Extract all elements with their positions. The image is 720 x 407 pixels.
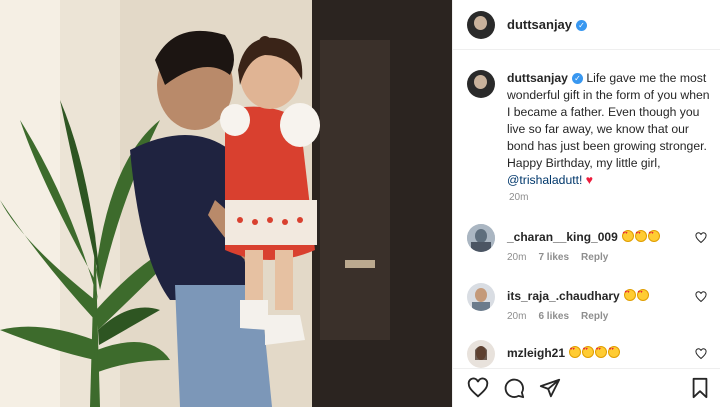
commenter-avatar-image	[467, 224, 495, 252]
caption-username[interactable]: duttsanjay ✓	[507, 71, 583, 85]
heart-icon[interactable]	[467, 377, 489, 399]
commenter-avatar-image	[467, 340, 495, 368]
comment-like-heart-icon[interactable]	[695, 348, 707, 360]
commenter-avatar[interactable]	[467, 283, 495, 311]
red-heart-emoji: ♥	[585, 173, 594, 187]
commenter-username[interactable]: its_raja_.chaudhary	[507, 289, 620, 303]
comment-emojis	[569, 346, 621, 360]
post-caption: duttsanjay ✓ Life gave me the most wonder…	[467, 70, 715, 189]
send-icon[interactable]	[539, 377, 561, 399]
comment-like-heart-icon[interactable]	[695, 232, 707, 244]
heart-eyes-emoji	[582, 346, 595, 358]
comment-meta: 20m 6 likes Reply	[507, 311, 697, 322]
post-sidebar: duttsanjay ✓ duttsanjay ✓ Life gave me the…	[452, 0, 720, 407]
comment-item: mzleigh21	[467, 340, 717, 368]
comment-emojis	[623, 289, 650, 303]
heart-eyes-emoji	[634, 230, 647, 242]
heart-eyes-emoji	[636, 289, 649, 301]
comment-likes[interactable]: 6 likes	[538, 311, 569, 322]
bookmark-icon[interactable]	[689, 377, 711, 399]
heart-eyes-emoji	[647, 230, 660, 242]
author-username[interactable]: duttsanjay ✓	[507, 17, 588, 32]
heart-eyes-emoji	[621, 230, 634, 242]
post-header: duttsanjay ✓	[453, 0, 720, 50]
commenter-avatar[interactable]	[467, 224, 495, 252]
comment-icon[interactable]	[503, 377, 525, 399]
heart-eyes-emoji	[608, 346, 621, 358]
comment-item: _charan__king_009 20m 7 likes Reply	[467, 224, 717, 263]
comment-time: 20m	[507, 311, 527, 322]
commenter-username[interactable]: mzleigh21	[507, 346, 565, 360]
comment-emojis	[621, 230, 661, 244]
caption-author-avatar[interactable]	[467, 70, 495, 98]
comment-time: 20m	[507, 252, 527, 263]
post-action-bar	[453, 368, 720, 407]
reply-button[interactable]: Reply	[581, 311, 608, 322]
heart-eyes-emoji	[569, 346, 582, 358]
verified-badge-icon: ✓	[571, 73, 583, 84]
caption-time: 20m	[509, 192, 529, 203]
comment-like-heart-icon[interactable]	[695, 291, 707, 303]
heart-eyes-emoji	[595, 346, 608, 358]
caption-mention-link[interactable]: @trishaladutt!	[507, 173, 582, 187]
heart-eyes-emoji	[623, 289, 636, 301]
author-avatar[interactable]	[467, 10, 495, 39]
post-photo[interactable]	[0, 0, 452, 407]
commenter-avatar-image	[467, 283, 495, 311]
verified-badge-icon: ✓	[576, 20, 588, 31]
comment-meta: 20m 7 likes Reply	[507, 252, 697, 263]
caption-text: Life gave me the most wonderful gift in …	[507, 71, 710, 170]
post-photo-image	[0, 0, 452, 407]
comment-likes[interactable]: 7 likes	[538, 252, 569, 263]
commenter-avatar[interactable]	[467, 340, 495, 368]
reply-button[interactable]: Reply	[581, 252, 608, 263]
comment-item: its_raja_.chaudhary 20m 6 likes Reply	[467, 283, 717, 322]
commenter-username[interactable]: _charan__king_009	[507, 230, 618, 244]
